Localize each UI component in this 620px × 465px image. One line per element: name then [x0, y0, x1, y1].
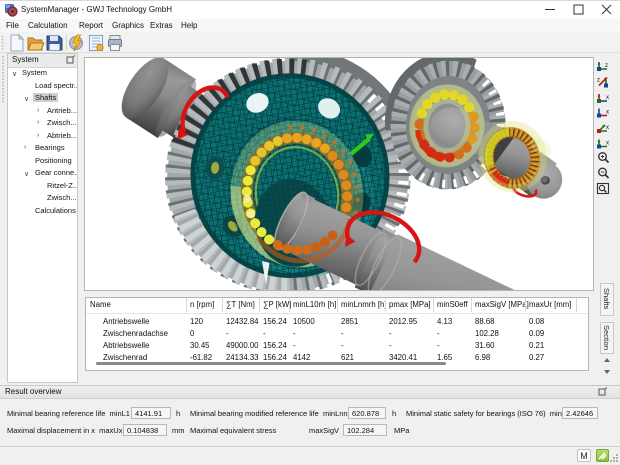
svg-text:x: x — [606, 141, 609, 147]
svg-text:x: x — [606, 110, 609, 116]
svg-text:x: x — [606, 95, 609, 101]
svg-text:x: x — [606, 125, 609, 131]
svg-text:z: z — [605, 63, 608, 69]
svg-text:z: z — [597, 78, 600, 84]
